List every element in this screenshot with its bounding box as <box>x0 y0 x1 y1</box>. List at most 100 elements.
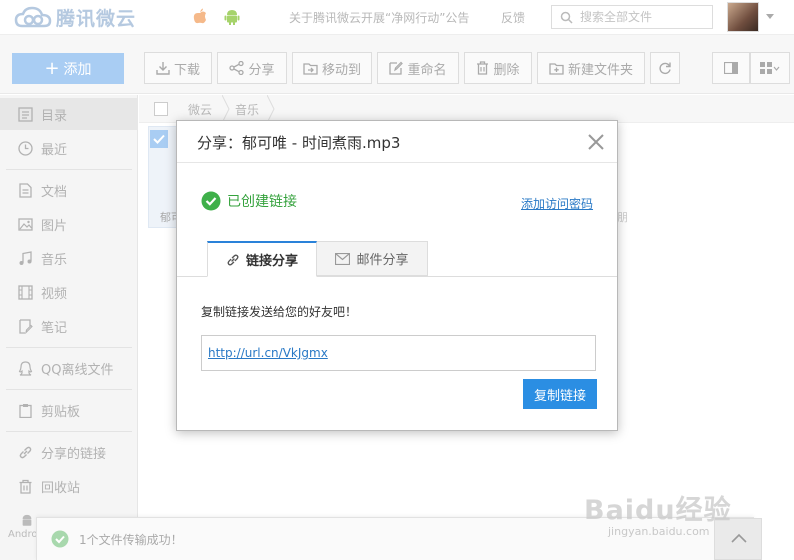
sidebar-divider <box>6 389 132 390</box>
chevron-up-icon <box>731 533 747 543</box>
breadcrumb-current[interactable]: 音乐 <box>235 101 259 118</box>
trash-icon <box>19 479 32 494</box>
detail-panel-toggle[interactable] <box>712 52 750 84</box>
baidu-watermark: Baidu经验 <box>584 495 732 526</box>
plus-icon: + <box>44 57 60 79</box>
sidebar-item-clipboard[interactable]: 剪贴板 <box>0 394 138 426</box>
breadcrumb-separator-icon <box>222 95 230 123</box>
share-url-field[interactable]: http://url.cn/VkJgmx <box>201 335 596 371</box>
sidebar-item-recycle-bin[interactable]: 回收站 <box>0 470 138 502</box>
sidebar-divider <box>6 169 132 170</box>
mail-icon <box>335 252 351 265</box>
tab-email-share[interactable]: 邮件分享 <box>317 241 428 276</box>
sidebar-item-label: 最近 <box>41 142 68 158</box>
sidebar-item-label: 分享的链接 <box>41 446 107 462</box>
avatar[interactable] <box>727 2 759 32</box>
success-check-icon <box>201 191 221 211</box>
dialog-header: 分享：郁可唯 - 时间煮雨.mp3 <box>177 121 617 163</box>
sidebar-item-label: 音乐 <box>41 252 68 268</box>
sidebar-item-notes[interactable]: 笔记 <box>0 310 138 342</box>
copy-link-button[interactable]: 复制链接 <box>523 379 597 409</box>
sidebar-item-qq-offline[interactable]: QQ离线文件 <box>0 352 138 384</box>
breadcrumb-root[interactable]: 微云 <box>188 101 212 118</box>
android-icon <box>22 514 32 526</box>
refresh-icon <box>659 62 671 75</box>
document-icon <box>19 182 32 198</box>
note-icon <box>19 318 33 334</box>
delete-label: 删除 <box>493 62 520 78</box>
download-button[interactable]: 下载 <box>144 52 212 84</box>
add-password-link[interactable]: 添加访问密码 <box>521 195 593 212</box>
close-icon[interactable] <box>587 133 605 151</box>
top-bar: 腾讯微云 关于腾讯微云开展“净网行动”公告 反馈 <box>0 0 794 34</box>
toast-message: 1个文件传输成功！ <box>79 533 183 547</box>
toolbar: + 添加 下载 分享 移动到 重命名 删除 新建文件夹 <box>0 34 794 94</box>
delete-button[interactable]: 删除 <box>464 52 532 84</box>
add-button[interactable]: + 添加 <box>12 53 124 84</box>
logo-text: 腾讯微云 <box>56 8 137 30</box>
sidebar-item-label: 剪贴板 <box>41 404 81 420</box>
sidebar-item-images[interactable]: 图片 <box>0 208 138 240</box>
sidebar-divider <box>6 431 132 432</box>
success-text: 已创建链接 <box>227 194 297 210</box>
tab-link-share[interactable]: 链接分享 <box>207 241 317 277</box>
android-icon[interactable] <box>224 8 240 25</box>
sidebar-item-label: 笔记 <box>41 320 68 336</box>
directory-icon <box>18 106 33 122</box>
sidebar-divider <box>6 347 132 348</box>
list-header: 微云 音乐 <box>139 95 794 123</box>
sidebar-item-label: 视频 <box>41 286 68 302</box>
music-icon <box>19 250 32 265</box>
rename-label: 重命名 <box>407 62 447 78</box>
cloud-logo-icon <box>14 6 52 27</box>
tab-label: 链接分享 <box>245 254 298 269</box>
feedback-link[interactable]: 反馈 <box>501 9 525 26</box>
sidebar-item-videos[interactable]: 视频 <box>0 276 138 308</box>
notice-link[interactable]: 关于腾讯微云开展“净网行动”公告 <box>289 9 469 26</box>
add-button-label: 添加 <box>63 61 92 78</box>
search-icon <box>560 11 573 24</box>
link-icon <box>19 446 32 458</box>
move-to-button[interactable]: 移动到 <box>292 52 372 84</box>
share-url-link[interactable]: http://url.cn/VkJgmx <box>208 346 328 360</box>
share-label: 分享 <box>248 62 275 78</box>
qq-icon <box>18 360 33 376</box>
sidebar: 目录 最近 文档 图片 音乐 视频 笔记 QQ离线文件 剪贴板 分享的链接 回收… <box>0 95 138 560</box>
checkbox-checked-icon[interactable] <box>150 130 168 148</box>
file-meta-fragment: 朋 <box>617 211 628 224</box>
download-label: 下载 <box>173 62 200 78</box>
clipboard-icon <box>19 403 32 418</box>
sidebar-item-directory[interactable]: 目录 <box>0 98 138 130</box>
chevron-down-icon[interactable] <box>766 14 774 19</box>
success-check-icon <box>51 530 69 548</box>
sidebar-item-label: 文档 <box>41 184 68 200</box>
baidu-watermark-url: jingyan.baidu.com <box>608 525 710 538</box>
view-mode-toggle[interactable] <box>750 52 790 84</box>
move-to-label: 移动到 <box>321 62 361 78</box>
sidebar-item-label: 图片 <box>41 218 68 234</box>
download-icon <box>156 62 170 75</box>
select-all-checkbox[interactable] <box>154 102 168 116</box>
refresh-button[interactable] <box>650 52 680 84</box>
breadcrumb-separator-icon <box>267 95 275 123</box>
dialog-title: 分享：郁可唯 - 时间煮雨.mp3 <box>197 134 401 152</box>
share-button[interactable]: 分享 <box>217 52 287 84</box>
sidebar-item-shared-links[interactable]: 分享的链接 <box>0 436 138 468</box>
logo[interactable]: 腾讯微云 <box>14 4 136 31</box>
rename-button[interactable]: 重命名 <box>377 52 459 84</box>
grid-view-icon <box>760 62 780 74</box>
new-folder-icon <box>549 63 564 75</box>
panel-icon <box>724 62 738 74</box>
trash-icon <box>477 61 489 75</box>
search-box[interactable] <box>551 5 713 29</box>
sidebar-item-label: 目录 <box>41 108 68 124</box>
image-icon <box>18 217 33 231</box>
new-folder-button[interactable]: 新建文件夹 <box>537 52 645 84</box>
sidebar-item-documents[interactable]: 文档 <box>0 174 138 206</box>
link-icon <box>227 254 239 265</box>
share-icon <box>229 61 245 75</box>
sidebar-item-music[interactable]: 音乐 <box>0 242 138 274</box>
search-input[interactable] <box>580 8 710 26</box>
apple-icon[interactable] <box>193 8 207 25</box>
sidebar-item-recent[interactable]: 最近 <box>0 132 138 164</box>
